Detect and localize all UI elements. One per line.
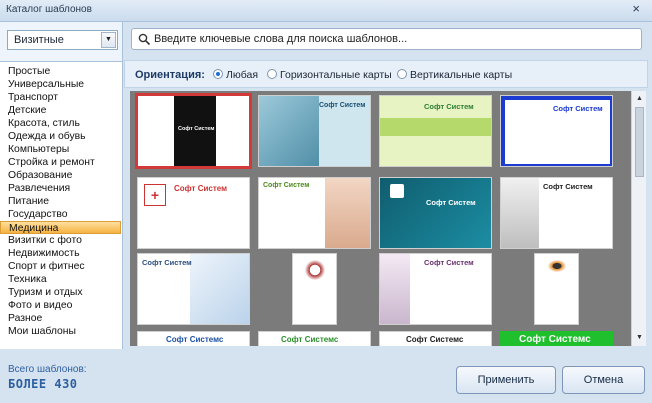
category-item[interactable]: Одежда и обувь xyxy=(0,130,121,143)
template-card[interactable]: Софт Систем xyxy=(379,253,492,325)
template-card[interactable]: Софт Систем xyxy=(135,93,252,169)
template-scrollbar[interactable]: ▲ ▼ xyxy=(631,91,646,346)
radio-vertical[interactable] xyxy=(397,69,407,79)
template-card[interactable]: Софт Системс xyxy=(137,331,250,346)
category-item[interactable]: Туризм и отдых xyxy=(0,286,121,299)
card-photo xyxy=(501,178,539,248)
category-item[interactable]: Стройка и ремонт xyxy=(0,156,121,169)
template-card[interactable]: Софт Систем xyxy=(500,95,613,167)
card-brand: Софт Системс xyxy=(406,335,464,344)
scroll-down-icon[interactable]: ▼ xyxy=(634,332,645,344)
template-card[interactable]: Софт Систем xyxy=(258,95,371,167)
close-icon[interactable]: × xyxy=(632,1,640,16)
orientation-bar: Ориентация: Любая Горизонтальные карты В… xyxy=(124,60,648,88)
card-logo xyxy=(390,184,404,198)
card-brand: Софт Систем xyxy=(319,102,366,109)
search-placeholder: Введите ключевые слова для поиска шаблон… xyxy=(154,33,408,45)
category-item[interactable]: Государство xyxy=(0,208,121,221)
category-item[interactable]: Красота, стиль xyxy=(0,117,121,130)
card-brand: Софт Системс xyxy=(166,335,224,344)
search-input[interactable]: Введите ключевые слова для поиска шаблон… xyxy=(131,28,642,50)
card-brand: Софт Систем xyxy=(174,184,228,193)
template-card[interactable]: Софт Систем xyxy=(137,253,250,325)
template-card[interactable]: Софт Систем xyxy=(379,177,492,249)
radio-horizontal[interactable] xyxy=(267,69,277,79)
category-item[interactable]: Простые xyxy=(0,65,121,78)
card-brand: Софт Систем xyxy=(263,182,310,189)
template-card[interactable]: Софт Систем xyxy=(500,177,613,249)
category-item[interactable]: Техника xyxy=(0,273,121,286)
eye-icon xyxy=(545,258,569,274)
category-item-selected[interactable]: Медицина xyxy=(0,221,121,234)
template-card[interactable]: Софт Системс xyxy=(258,331,371,346)
cross-icon: + xyxy=(144,184,166,206)
template-card[interactable]: Софт Систем xyxy=(258,177,371,249)
card-logo xyxy=(303,258,327,282)
template-card[interactable]: Софт Системс xyxy=(379,331,492,346)
card-photo xyxy=(380,254,410,324)
left-panel: Визитные ▼ Простые Универсальные Транспо… xyxy=(0,22,123,349)
category-item[interactable]: Спорт и фитнес xyxy=(0,260,121,273)
template-count-label: Всего шаблонов: xyxy=(8,364,87,375)
category-item[interactable]: Транспорт xyxy=(0,91,121,104)
category-item[interactable]: Развлечения xyxy=(0,182,121,195)
card-brand: Софт Системс xyxy=(519,334,591,345)
category-item[interactable]: Образование xyxy=(0,169,121,182)
radio-vertical-label[interactable]: Вертикальные карты xyxy=(410,69,512,81)
scroll-up-icon[interactable]: ▲ xyxy=(634,93,645,105)
template-count-value: БОЛЕЕ 430 xyxy=(8,377,78,391)
card-brand: Софт Систем xyxy=(178,126,215,132)
template-card[interactable] xyxy=(534,253,579,325)
radio-any[interactable] xyxy=(213,69,223,79)
template-card[interactable]: Софт Системс xyxy=(500,331,613,346)
card-brand: Софт Систем xyxy=(142,258,192,267)
template-card[interactable]: Софт Систем xyxy=(379,95,492,167)
card-thumb xyxy=(259,96,319,166)
category-item[interactable]: Разное xyxy=(0,312,121,325)
window-title: Каталог шаблонов xyxy=(6,4,92,15)
category-list: Простые Универсальные Транспорт Детские … xyxy=(0,61,122,349)
dropdown-value: Визитные xyxy=(14,34,64,46)
card-photo xyxy=(325,178,370,248)
card-photo xyxy=(190,254,249,324)
apply-button[interactable]: Применить xyxy=(456,366,556,394)
template-card[interactable] xyxy=(292,253,337,325)
card-brand: Софт Систем xyxy=(553,104,603,113)
search-icon xyxy=(138,33,151,46)
radio-horizontal-label[interactable]: Горизонтальные карты xyxy=(280,69,392,81)
category-item[interactable]: Мои шаблоны xyxy=(0,325,121,338)
category-item[interactable]: Недвижимость xyxy=(0,247,121,260)
template-grid: Софт Систем Софт Систем Софт Систем Софт… xyxy=(130,91,631,346)
title-bar: Каталог шаблонов × xyxy=(0,0,652,22)
chevron-down-icon[interactable]: ▼ xyxy=(101,32,116,48)
template-type-dropdown[interactable]: Визитные ▼ xyxy=(7,30,118,50)
category-item[interactable]: Детские xyxy=(0,104,121,117)
card-brand: Софт Систем xyxy=(426,198,476,207)
template-card[interactable]: + Софт Систем xyxy=(137,177,250,249)
cancel-button[interactable]: Отмена xyxy=(562,366,645,394)
category-item[interactable]: Универсальные xyxy=(0,78,121,91)
category-item[interactable]: Компьютеры xyxy=(0,143,121,156)
card-brand: Софт Систем xyxy=(424,102,474,111)
card-brand: Софт Систем xyxy=(424,258,474,267)
orientation-label: Ориентация: xyxy=(135,69,205,81)
card-brand: Софт Системс xyxy=(281,335,339,344)
category-item[interactable]: Фото и видео xyxy=(0,299,121,312)
radio-any-label[interactable]: Любая xyxy=(226,69,258,81)
scroll-thumb[interactable] xyxy=(635,107,644,177)
category-item[interactable]: Визитки с фото xyxy=(0,234,121,247)
card-stripe xyxy=(380,118,491,136)
category-item[interactable]: Питание xyxy=(0,195,121,208)
card-brand: Софт Систем xyxy=(543,182,593,191)
